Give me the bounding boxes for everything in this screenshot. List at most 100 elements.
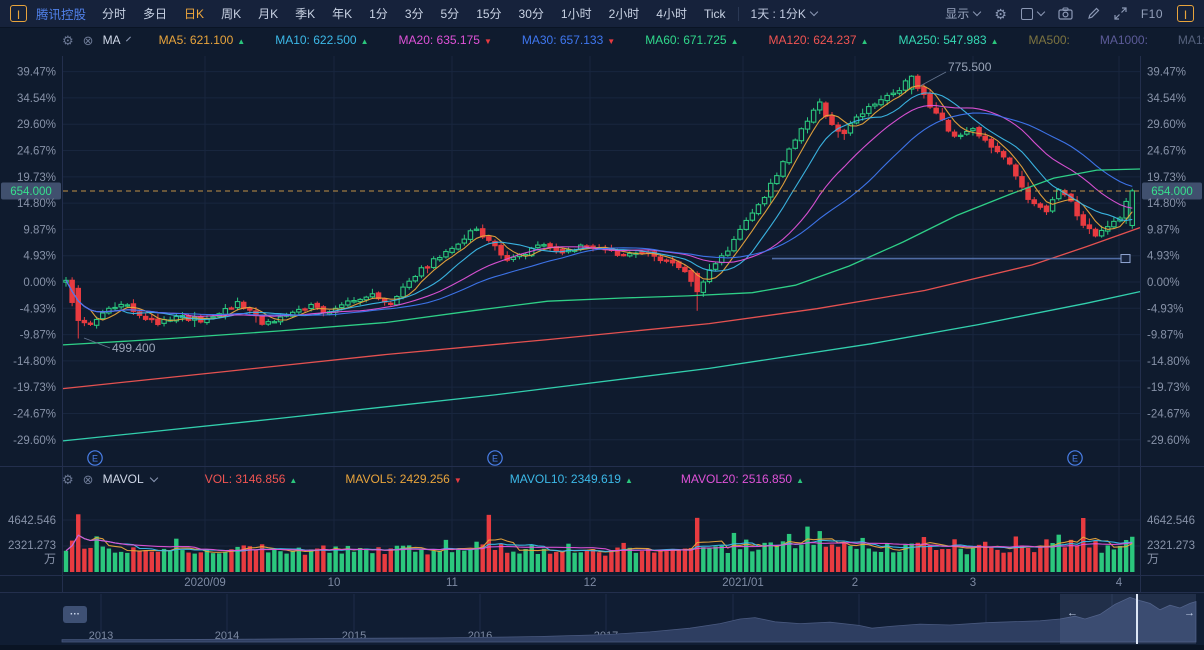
tab-2小时[interactable]: 2小时	[609, 5, 640, 22]
settings-gear-icon[interactable]: ⚙	[994, 7, 1007, 21]
tab-Tick[interactable]: Tick	[704, 7, 726, 21]
svg-text:2021/01: 2021/01	[722, 577, 764, 589]
indicator-label: VOL: 3146.856	[205, 472, 286, 486]
indicator-value[interactable]: MA250: 547.983▲	[899, 33, 999, 47]
chart-canvas[interactable]: 654.000654.00039.47%39.47%34.54%34.54%29…	[0, 0, 1204, 650]
svg-text:E: E	[492, 454, 498, 464]
tab-年K[interactable]: 年K	[332, 5, 352, 22]
down-triangle-icon: ▼	[484, 37, 492, 46]
ma60-line	[63, 169, 1140, 345]
indicator-value[interactable]: MA20: 635.175▼	[399, 33, 492, 47]
indicator-name[interactable]: MA	[103, 33, 121, 47]
svg-text:-29.60%: -29.60%	[1147, 435, 1190, 447]
screenshot-camera-icon[interactable]	[1058, 7, 1073, 20]
up-triangle-icon: ▲	[731, 37, 739, 46]
indicator-value[interactable]: MA60: 671.725▲	[645, 33, 738, 47]
svg-text:···: ···	[70, 609, 80, 620]
draw-pencil-icon[interactable]	[1087, 7, 1100, 20]
f10-button[interactable]: F10	[1141, 7, 1163, 21]
layout-dropdown[interactable]	[1021, 8, 1044, 20]
app-logo-icon[interactable]: |	[10, 5, 27, 22]
svg-text:2321.273: 2321.273	[1147, 540, 1195, 552]
tab-1分[interactable]: 1分	[369, 5, 388, 22]
svg-text:4.93%: 4.93%	[23, 251, 56, 263]
fullscreen-expand-icon[interactable]	[1114, 7, 1127, 20]
indicator-value[interactable]: MA1:	[1178, 33, 1204, 47]
tab-1小时[interactable]: 1小时	[561, 5, 592, 22]
svg-text:万: 万	[44, 552, 56, 566]
svg-text:9.87%: 9.87%	[1147, 224, 1180, 236]
svg-text:万: 万	[1147, 552, 1159, 566]
svg-text:-19.73%: -19.73%	[1147, 382, 1190, 394]
display-dropdown[interactable]: 显示	[945, 5, 980, 22]
svg-text:11: 11	[446, 577, 458, 589]
svg-text:34.54%: 34.54%	[17, 93, 56, 105]
tab-日K[interactable]: 日K	[184, 5, 204, 22]
indicator-name[interactable]: MAVOL	[103, 472, 144, 486]
navigator-selection[interactable]	[1060, 594, 1196, 644]
indicator-settings-icon[interactable]: ⚙	[62, 473, 74, 486]
indicator-value[interactable]: MA1000:	[1100, 33, 1148, 47]
indicator-value[interactable]: MAVOL5: 2429.256▼	[345, 472, 461, 486]
svg-text:29.60%: 29.60%	[17, 119, 56, 131]
indicator-close-icon[interactable]: ⊗	[83, 34, 94, 47]
indicator-value[interactable]: MA10: 622.500▲	[275, 33, 368, 47]
event-marker-icon[interactable]: E	[488, 451, 502, 465]
navigator-more-button[interactable]: ···	[63, 606, 87, 623]
indicator-value[interactable]: MA5: 621.100▲	[159, 33, 246, 47]
tab-3分[interactable]: 3分	[405, 5, 424, 22]
period-tabs: 分时多日日K 周K 月K 季K 年K 1分 3分 5分 15分 30分 1小时 2小时 4小时 Tick	[102, 5, 726, 22]
tab-4小时[interactable]: 4小时	[656, 5, 687, 22]
event-marker-icon[interactable]: E	[1068, 451, 1082, 465]
svg-text:-29.60%: -29.60%	[13, 435, 56, 447]
scroll-left-icon[interactable]: ←	[1067, 607, 1078, 619]
chevron-down-icon	[810, 8, 818, 16]
svg-text:10: 10	[328, 577, 341, 589]
svg-text:14.80%: 14.80%	[17, 198, 56, 210]
ma-indicator-row: ⚙ ⊗ MA MA5: 621.100▲ MA10: 622.500▲ MA20: …	[0, 30, 1204, 50]
svg-text:654.000: 654.000	[10, 186, 52, 198]
svg-text:24.67%: 24.67%	[1147, 145, 1186, 157]
tab-多日[interactable]: 多日	[143, 5, 167, 22]
toolbar-divider	[738, 7, 739, 21]
up-triangle-icon: ▲	[796, 476, 804, 485]
tab-分时[interactable]: 分时	[102, 5, 126, 22]
event-marker-icon[interactable]: E	[88, 451, 102, 465]
tab-季K[interactable]: 季K	[295, 5, 315, 22]
scroll-right-icon[interactable]: →	[1184, 607, 1195, 619]
indicator-value[interactable]: MAVOL10: 2349.619▲	[510, 472, 633, 486]
indicator-label: MA30: 657.133	[522, 33, 603, 47]
indicator-label: MA1000:	[1100, 33, 1148, 47]
indicator-close-icon[interactable]: ⊗	[83, 473, 94, 486]
panel-toggle-icon[interactable]: |	[1177, 5, 1194, 22]
indicator-value[interactable]: VOL: 3146.856▲	[205, 472, 298, 486]
line-handle[interactable]	[1121, 255, 1130, 263]
indicator-label: MAVOL10: 2349.619	[510, 472, 621, 486]
svg-text:-9.87%: -9.87%	[20, 330, 56, 342]
low-annotation: 499.400	[112, 341, 156, 355]
svg-text:19.73%: 19.73%	[17, 172, 56, 184]
tab-月K[interactable]: 月K	[258, 5, 278, 22]
stock-symbol[interactable]: 腾讯控股	[36, 4, 86, 23]
top-toolbar: | 腾讯控股 分时多日日K 周K 月K 季K 年K 1分 3分 5分 15分 30分 1小时 2小时 4…	[0, 0, 1204, 28]
custom-period-dropdown[interactable]: 1天 : 1分K	[751, 5, 817, 22]
indicator-value[interactable]: MA120: 624.237▲	[769, 33, 869, 47]
indicator-value[interactable]: MA500:	[1029, 33, 1070, 47]
svg-text:4.93%: 4.93%	[1147, 251, 1180, 263]
svg-text:2321.273: 2321.273	[8, 540, 56, 552]
svg-text:34.54%: 34.54%	[1147, 93, 1186, 105]
svg-text:9.87%: 9.87%	[23, 224, 56, 236]
indicator-value[interactable]: MAVOL20: 2516.850▲	[681, 472, 804, 486]
up-triangle-icon: ▲	[289, 476, 297, 485]
tab-30分[interactable]: 30分	[519, 5, 544, 22]
svg-text:654.000: 654.000	[1151, 186, 1193, 198]
tab-5分[interactable]: 5分	[441, 5, 460, 22]
tab-周K[interactable]: 周K	[221, 5, 241, 22]
up-triangle-icon: ▲	[361, 37, 369, 46]
svg-text:-24.67%: -24.67%	[1147, 409, 1190, 421]
svg-text:-14.80%: -14.80%	[13, 356, 56, 368]
indicator-settings-icon[interactable]: ⚙	[62, 34, 74, 47]
svg-text:4: 4	[1116, 577, 1123, 589]
tab-15分[interactable]: 15分	[476, 5, 501, 22]
indicator-value[interactable]: MA30: 657.133▼	[522, 33, 615, 47]
